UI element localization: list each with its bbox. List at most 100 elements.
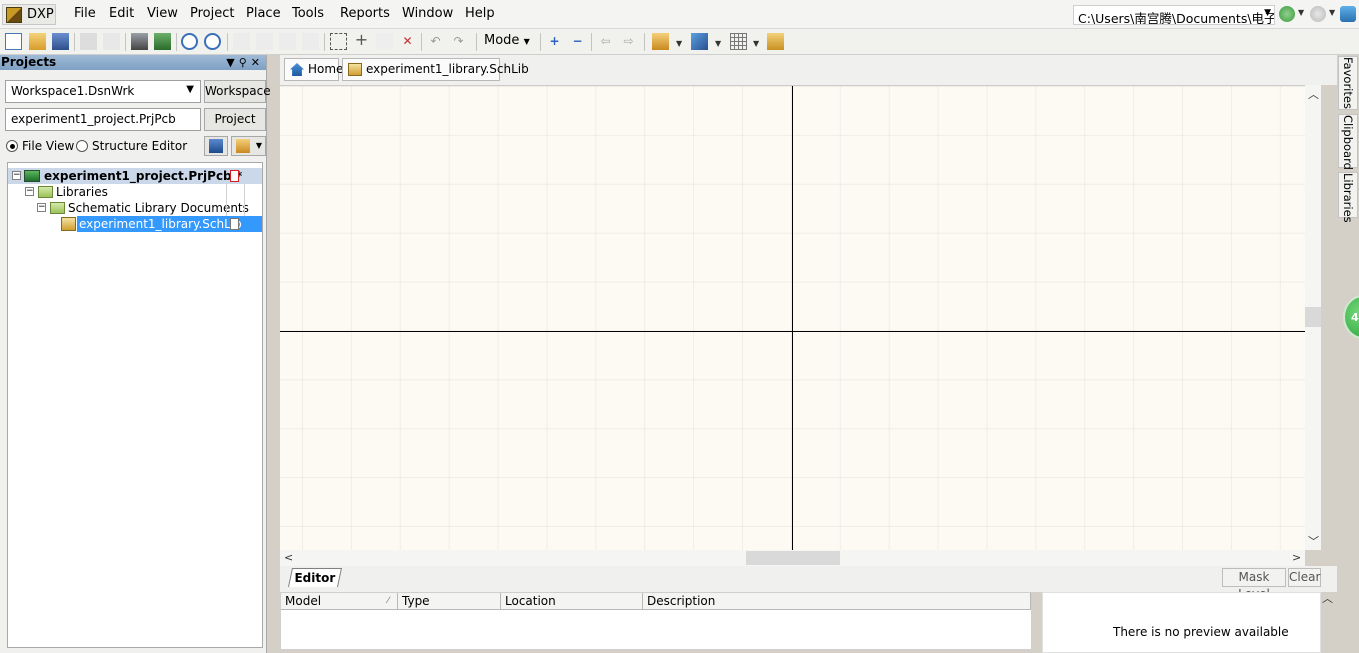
menu-tools[interactable]: Tools <box>292 6 324 21</box>
print-icon[interactable] <box>80 33 97 50</box>
board-icon[interactable] <box>154 33 171 50</box>
zoom-in-icon[interactable] <box>181 33 198 50</box>
undo-icon[interactable]: ↶ <box>427 33 444 50</box>
redo-icon[interactable]: ↷ <box>450 33 467 50</box>
mode-dropdown[interactable]: Mode ▼ <box>484 33 530 48</box>
scroll-right-icon[interactable]: > <box>1292 551 1301 564</box>
project-field[interactable]: experiment1_project.PrjPcb <box>5 108 201 131</box>
collapse-icon[interactable]: − <box>12 171 21 180</box>
save-icon[interactable] <box>52 33 69 50</box>
collapse-icon[interactable]: − <box>25 187 34 196</box>
tree-item-schlib-documents[interactable]: − Schematic Library Documents <box>8 200 262 216</box>
structure-editor-radio[interactable]: Structure Editor <box>76 139 187 153</box>
dxp-menu-button[interactable]: DXP <box>2 4 56 25</box>
toolbar-separator <box>125 33 126 51</box>
home-icon <box>290 63 304 76</box>
path-combo[interactable]: C:\Users\南宫腾\Documents\电子 ▼ <box>1073 5 1275 25</box>
rubber-stamp-icon[interactable] <box>302 33 319 50</box>
column-location[interactable]: Location <box>501 593 643 610</box>
open-folder-icon[interactable] <box>29 33 46 50</box>
menu-window[interactable]: Window <box>402 6 453 21</box>
toolbar-separator <box>644 33 645 51</box>
scroll-left-icon[interactable]: < <box>284 551 293 564</box>
collapse-icon[interactable]: − <box>37 203 46 212</box>
project-value: experiment1_project.PrjPcb <box>11 112 176 126</box>
menu-file[interactable]: File <box>74 6 96 21</box>
menu-edit[interactable]: Edit <box>109 6 134 21</box>
panel-menu-icon[interactable]: ▼ <box>226 56 238 69</box>
print-preview-icon[interactable] <box>103 33 120 50</box>
workspace-combo[interactable]: Workspace1.DsnWrk ▼ <box>5 80 201 103</box>
scroll-up-icon[interactable]: ︿ <box>1308 86 1319 102</box>
collapse-up-icon[interactable]: ︿ <box>1322 590 1333 606</box>
column-model[interactable]: Model ⁄ <box>281 593 398 610</box>
file-view-radio[interactable]: File View <box>6 139 74 153</box>
vertical-scroll-thumb[interactable] <box>1305 307 1321 327</box>
select-overlap-icon[interactable] <box>376 33 393 50</box>
deselect-icon[interactable]: ✕ <box>399 33 416 50</box>
column-description[interactable]: Description <box>643 593 1031 610</box>
project-menu-button[interactable]: ▼ <box>231 136 266 156</box>
grid-icon[interactable] <box>730 33 747 50</box>
schematic-canvas[interactable] <box>280 85 1305 551</box>
side-tab-favorites[interactable]: Favorites <box>1338 56 1358 110</box>
previous-component-icon[interactable]: ⇦ <box>597 33 614 50</box>
back-icon[interactable] <box>1279 6 1295 22</box>
compile-project-button[interactable] <box>204 136 228 156</box>
back-dropdown-icon[interactable]: ▼ <box>1298 8 1304 17</box>
paste-icon[interactable] <box>279 33 296 50</box>
menu-view[interactable]: View <box>147 6 178 21</box>
cut-icon[interactable] <box>233 33 250 50</box>
document-tab-strip: Home experiment1_library.SchLib <box>280 55 1337 85</box>
layers-icon[interactable] <box>131 33 148 50</box>
chevron-down-icon: ▼ <box>255 141 262 150</box>
radio-unselected-icon <box>76 140 88 152</box>
tab-schlib-document[interactable]: experiment1_library.SchLib <box>342 58 529 81</box>
component-tools-dropdown-icon[interactable]: ▼ <box>676 39 682 48</box>
move-icon[interactable]: + <box>353 32 370 50</box>
clear-button[interactable]: Clear <box>1288 568 1321 587</box>
workspace-button[interactable]: Workspace <box>204 80 271 103</box>
forward-dropdown-icon[interactable]: ▼ <box>1329 8 1335 17</box>
menu-help[interactable]: Help <box>465 6 495 21</box>
vertical-scrollbar[interactable]: ︿ ﹀ <box>1305 85 1321 550</box>
add-component-icon[interactable]: + <box>546 33 563 50</box>
side-tab-clipboard[interactable]: Clipboard <box>1338 114 1358 170</box>
horizontal-scroll-thumb[interactable] <box>746 551 840 565</box>
forward-icon[interactable] <box>1310 6 1326 22</box>
tab-home[interactable]: Home <box>284 58 343 81</box>
tree-item-schlib-file[interactable]: experiment1_library.SchLib <box>8 216 262 232</box>
tree-item-project[interactable]: − experiment1_project.PrjPcb * <box>8 168 262 184</box>
menu-project[interactable]: Project <box>190 6 234 21</box>
grid-dropdown-icon[interactable]: ▼ <box>753 39 759 48</box>
next-component-icon[interactable]: ⇨ <box>620 33 637 50</box>
tab-editor[interactable]: Editor <box>287 568 343 587</box>
editor-bar: Editor Mask Level Clear <box>280 566 1337 601</box>
folder-icon <box>38 186 53 198</box>
document-edit-icon <box>236 139 250 153</box>
home-nav-icon[interactable] <box>1340 6 1356 22</box>
pin-icon[interactable]: ⚲ <box>239 56 251 69</box>
tree-item-libraries[interactable]: − Libraries <box>8 184 262 200</box>
remove-component-icon[interactable]: − <box>569 33 586 50</box>
horizontal-scrollbar[interactable]: < > <box>280 550 1305 566</box>
drawing-tools-icon[interactable] <box>691 33 708 50</box>
column-type[interactable]: Type <box>398 593 501 610</box>
menu-place[interactable]: Place <box>246 6 281 21</box>
project-button[interactable]: Project <box>204 108 266 131</box>
editor-tab-label: Editor <box>294 571 336 585</box>
new-document-icon[interactable] <box>5 33 22 50</box>
close-icon[interactable]: ✕ <box>251 56 264 69</box>
copy-icon[interactable] <box>256 33 273 50</box>
zoom-out-icon[interactable] <box>204 33 221 50</box>
component-tools-icon[interactable] <box>652 33 669 50</box>
scroll-down-icon[interactable]: ﹀ <box>1308 533 1319 549</box>
floating-badge[interactable]: 41 <box>1343 295 1359 339</box>
toolbar-separator <box>74 33 75 51</box>
select-area-icon[interactable] <box>330 33 347 50</box>
mask-level-button[interactable]: Mask Level <box>1222 568 1286 601</box>
menu-reports[interactable]: Reports <box>340 6 390 21</box>
drawing-tools-dropdown-icon[interactable]: ▼ <box>715 39 721 48</box>
library-folder-icon[interactable] <box>767 33 784 50</box>
side-tab-libraries[interactable]: Libraries <box>1338 172 1358 223</box>
